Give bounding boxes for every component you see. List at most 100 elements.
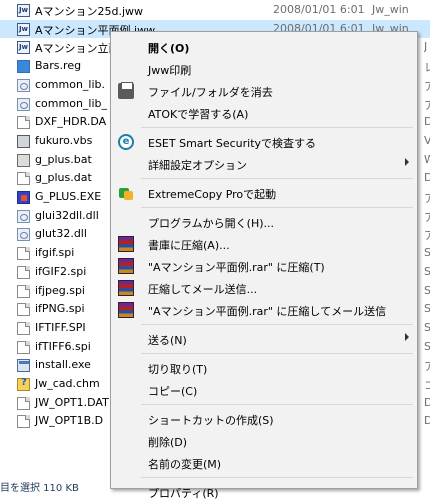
status-text: 目を選択 110 KB (0, 483, 79, 494)
help-file-icon (17, 377, 30, 391)
menu-item-label: ESET Smart Securityで検査する (148, 137, 317, 150)
file-name: ifjpeg.spi (35, 283, 85, 297)
menu-item[interactable]: Jww印刷 (111, 58, 417, 80)
winrar-icon (118, 302, 134, 318)
file-name: G_PLUS.EXE (35, 190, 102, 203)
file-type-clipped: コ (424, 379, 430, 392)
menu-item[interactable]: "Aマンション平面例.rar" に圧縮(T) (111, 255, 417, 277)
dll-icon (17, 78, 30, 92)
menu-item-label: ファイル/フォルダを消去 (148, 86, 273, 99)
file-type-clipped: J (424, 40, 428, 54)
menu-item-label: "Aマンション平面例.rar" に圧縮(T) (148, 261, 325, 274)
file-date: 2008/01/01 6:01 (273, 3, 365, 16)
menu-item-label: 送る(N) (148, 334, 187, 347)
file-type-clipped: ア (424, 98, 430, 112)
file-name: install.exe (35, 358, 91, 372)
menu-item[interactable]: 詳細設定オプション (111, 153, 417, 175)
menu-separator (141, 477, 413, 478)
file-name: ifPNG.spi (35, 302, 85, 316)
file-type-clipped: V (424, 133, 430, 147)
menu-item-label: コピー(C) (148, 385, 198, 398)
file-name: glut32.dll (35, 227, 87, 241)
file-type-clipped: ア (424, 229, 430, 243)
menu-item[interactable]: プログラムから開く(H)... (111, 211, 417, 233)
menu-item-label: 詳細設定オプション (148, 159, 247, 172)
file-row[interactable]: Jw Aマンション25d.jww 2008/01/01 6:01 Jw_win (0, 1, 430, 20)
menu-item-label: プログラムから開く(H)... (148, 217, 275, 230)
menu-item[interactable]: 送る(N) (111, 328, 417, 350)
jw-cad-icon: Jw (17, 41, 30, 55)
winrar-icon (118, 236, 134, 252)
file-name: Jw_cad.chm (35, 377, 100, 390)
menu-item[interactable]: 開く(O) (111, 36, 417, 58)
file-type-clipped: D (424, 115, 430, 129)
submenu-arrow-icon (405, 333, 409, 341)
file-type-clipped: ア (424, 360, 430, 374)
menu-item-label: Jww印刷 (148, 64, 192, 77)
menu-item[interactable]: ファイル/フォルダを消去 (111, 80, 417, 102)
winrar-icon (118, 280, 134, 296)
file-name: JW_OPT1B.D (35, 414, 104, 428)
file-type-clipped: S (424, 283, 430, 297)
file-name: ifgif.spi (35, 246, 75, 260)
dll-icon (17, 97, 30, 111)
winrar-icon (118, 258, 134, 274)
menu-item[interactable]: e ESET Smart Securityで検査する (111, 131, 417, 153)
file-icon (17, 247, 30, 261)
menu-separator (141, 178, 413, 179)
batch-icon (17, 153, 30, 167)
dll-icon (17, 209, 30, 223)
jw-cad-icon: Jw (17, 22, 30, 36)
file-icon (17, 265, 30, 279)
submenu-arrow-icon (405, 158, 409, 166)
script-icon (17, 134, 30, 148)
registry-icon (17, 60, 30, 74)
menu-separator (141, 207, 413, 208)
menu-item[interactable]: 圧縮してメール送信... (111, 277, 417, 299)
file-icon (17, 284, 30, 298)
menu-item-label: 書庫に圧縮(A)... (148, 239, 230, 252)
file-type-clipped: S (424, 302, 430, 316)
file-type-clipped: D (424, 171, 430, 185)
menu-item-label: ExtremeCopy Proで起動 (148, 188, 277, 201)
context-menu: 開く(O) Jww印刷ファイル/フォルダを消去 ATOKで学習する(A) e ESET … (110, 31, 418, 500)
file-icon (17, 116, 30, 130)
file-name: glui32dll.dll (35, 208, 99, 222)
extremecopy-icon (118, 185, 134, 201)
file-icon (17, 415, 30, 429)
file-type-clipped: D (424, 414, 430, 428)
menu-item[interactable]: ExtremeCopy Proで起動 (111, 182, 417, 204)
file-name: IFTIFF.SPI (35, 320, 86, 334)
menu-item-label: 圧縮してメール送信... (148, 283, 258, 296)
file-name: Aマンション立面 (35, 42, 120, 56)
menu-item[interactable]: 名前の変更(M) (111, 452, 417, 474)
menu-item-label: 開く(O) (148, 42, 190, 55)
file-name: common_lib_ (35, 96, 108, 110)
menu-item[interactable]: コピー(C) (111, 379, 417, 401)
file-name: common_lib. (35, 77, 106, 91)
menu-item[interactable]: "Aマンション平面例.rar" に圧縮してメール送信 (111, 299, 417, 321)
menu-item-label: 削除(D) (148, 436, 188, 449)
file-type-clipped: レ (424, 61, 430, 75)
g-plus-app-icon (17, 191, 30, 204)
file-name: ifGIF2.spi (35, 264, 87, 278)
menu-item[interactable]: ショートカットの作成(S) (111, 408, 417, 430)
menu-item-label: ショートカットの作成(S) (148, 414, 274, 427)
menu-item[interactable]: 書庫に圧縮(A)... (111, 233, 417, 255)
file-type-clipped: W (424, 152, 430, 166)
file-type-clipped: S (424, 339, 430, 353)
file-type-clipped: ア (424, 192, 430, 205)
installer-icon (17, 359, 30, 373)
menu-item[interactable]: 削除(D) (111, 430, 417, 452)
file-type: Jw_win (372, 3, 409, 16)
menu-separator (141, 404, 413, 405)
printer-icon (118, 82, 134, 99)
menu-item[interactable]: プロパティ(R) (111, 481, 417, 503)
menu-separator (141, 324, 413, 325)
menu-item-label: プロパティ(R) (148, 487, 219, 500)
menu-item-label: 切り取り(T) (148, 363, 208, 376)
menu-item[interactable]: ATOKで学習する(A) (111, 102, 417, 124)
file-icon (17, 172, 30, 186)
file-name: g_plus.dat (35, 171, 92, 185)
menu-item[interactable]: 切り取り(T) (111, 357, 417, 379)
